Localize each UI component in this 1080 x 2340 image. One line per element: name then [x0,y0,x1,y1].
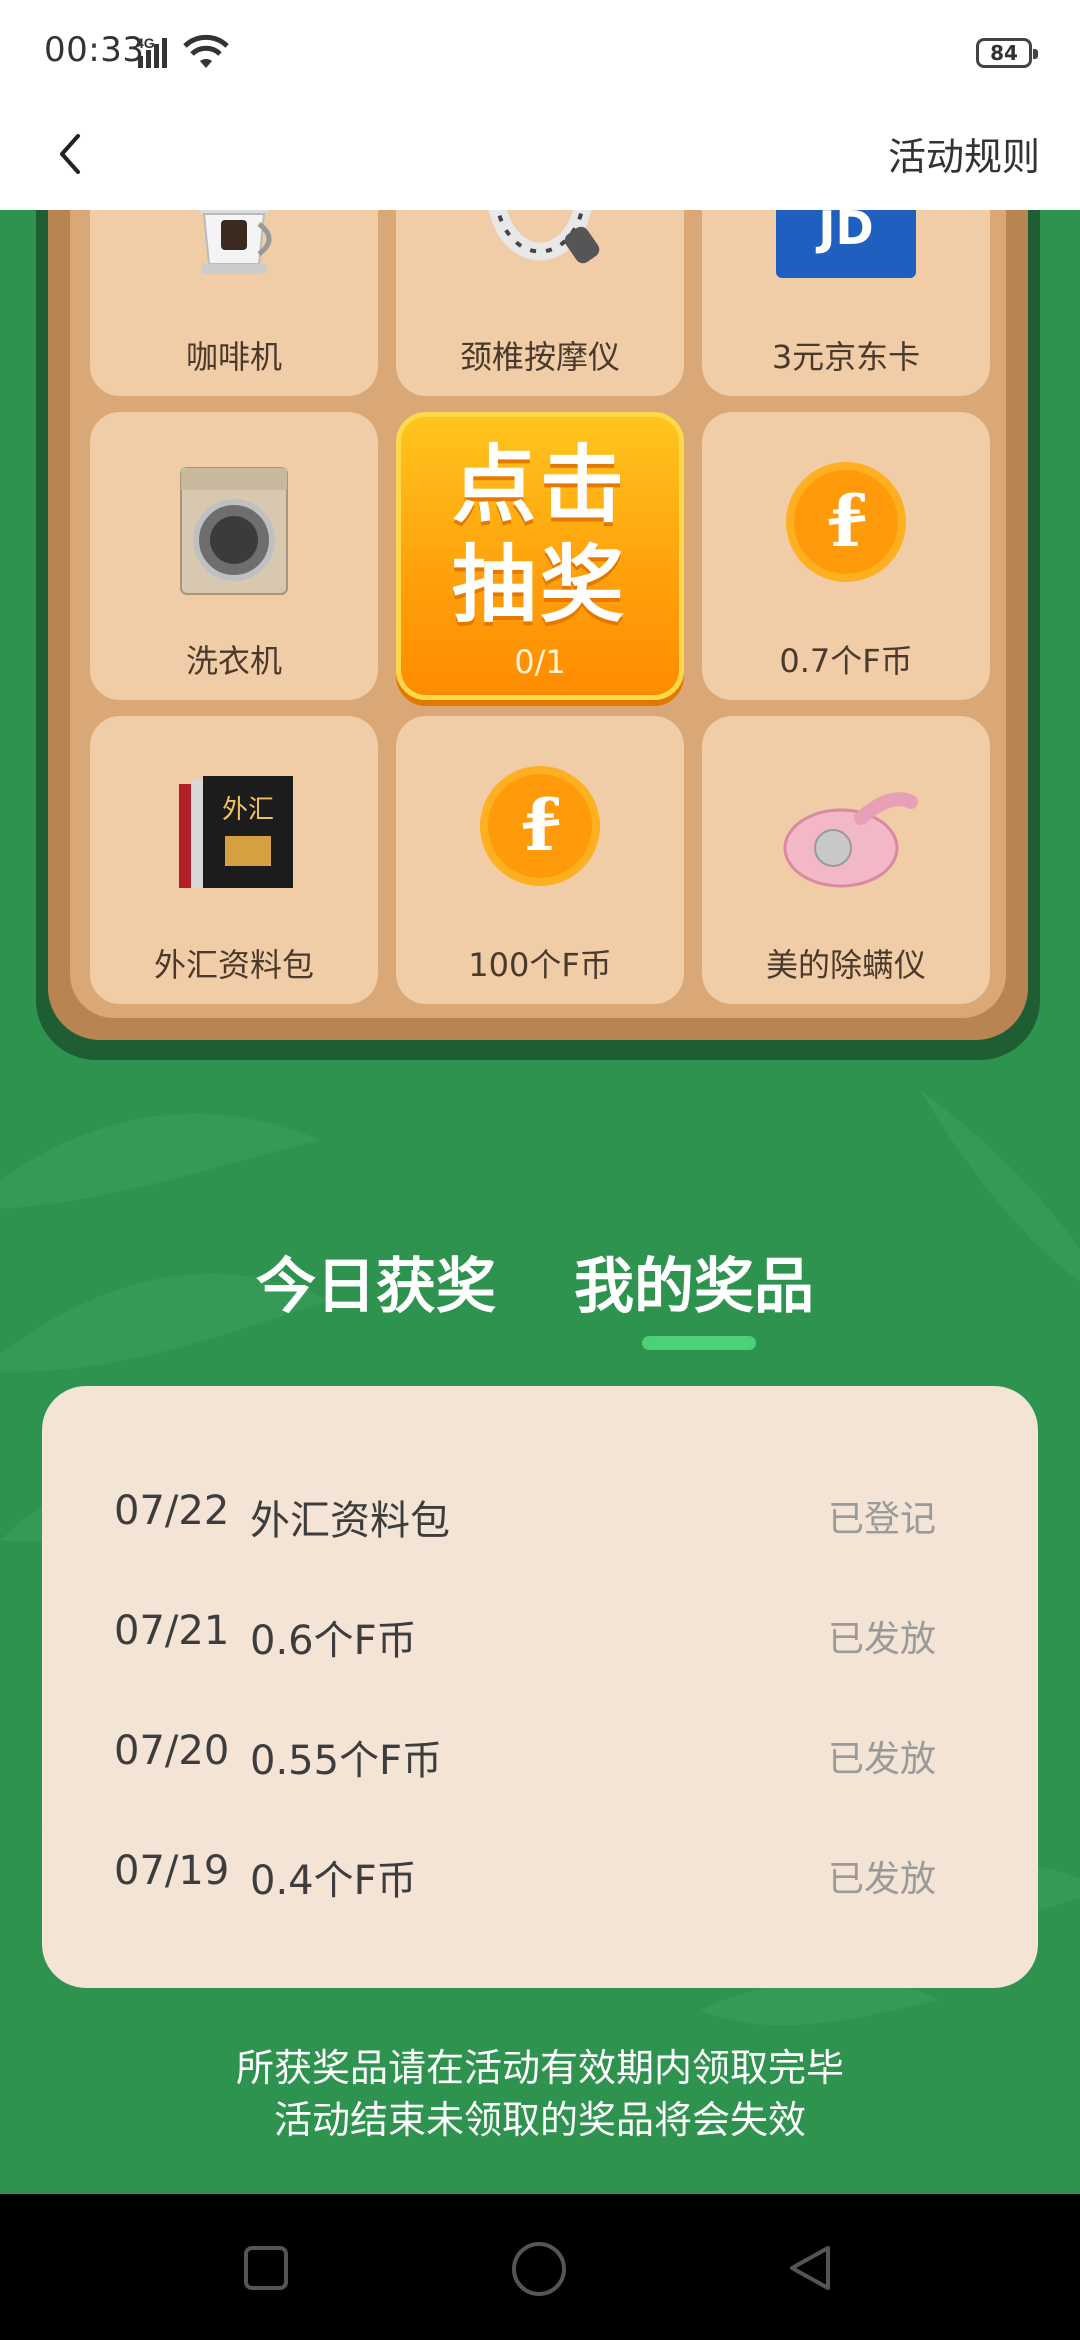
prize-cell-washing-machine: 洗衣机 [90,412,378,700]
jd-card-icon: JD [776,210,916,278]
prize-name: 外汇资料包 [250,1498,450,1544]
prize-status: 已发放 [827,1859,936,1900]
prize-status: 已登记 [827,1499,936,1540]
list-item: 07/22 外汇资料包 已登记 [42,1476,1038,1556]
mite-remover-icon [783,792,918,888]
my-prizes-panel: 07/22 外汇资料包 已登记 07/21 0.6个F币 已发放 07/20 0… [42,1386,1038,1988]
prize-label: 美的除螨仪 [765,946,926,984]
coffee-machine-icon [199,210,272,274]
prize-cell-forex-pack: 外汇 外汇资料包 [90,716,378,1004]
svg-text:外汇: 外汇 [222,795,274,825]
activity-rules-link[interactable]: 活动规则 [888,126,1040,181]
prize-date: 07/21 [114,1608,230,1654]
prize-expiry-note: 所获奖品请在活动有效期内领取完毕 活动结束未领取的奖品将会失效 [0,2042,1080,2146]
list-item: 07/19 0.4个F币 已发放 [42,1836,1038,1916]
prize-tabs: 今日获奖 我的奖品 [0,1220,1080,1350]
prize-cell-f-coin-07: f 0.7个F币 [702,412,990,700]
battery-icon: 84 [976,38,1038,68]
main-content: 咖啡机 颈椎按摩仪 JD 3元京东卡 洗衣机 点击抽奖 0/1 0.7个F币 外… [0,210,1080,2194]
prize-name: 0.55个F币 [250,1738,443,1784]
prize-label: 0.7个F币 [779,642,913,680]
prize-label: 洗衣机 [185,642,282,680]
prize-label: 3元京东卡 [771,338,921,376]
f-coin-icon: f [786,462,906,582]
prize-date: 07/20 [114,1728,230,1774]
prize-cell-mite-remover: 美的除螨仪 [702,716,990,1004]
tab-my-prizes[interactable]: 我的奖品 [574,1238,814,1325]
home-icon[interactable] [510,2240,568,2298]
prize-date: 07/22 [114,1488,230,1534]
prize-date: 07/19 [114,1848,230,1894]
back-triangle-icon[interactable] [784,2242,836,2294]
prize-status: 已发放 [827,1619,936,1660]
prize-label: 外汇资料包 [153,946,314,984]
back-arrow-icon[interactable] [44,124,104,184]
status-time: 00:33 [44,30,145,70]
draw-button-title: 点击抽奖 [451,436,628,634]
book-pack-icon: 外汇 [179,776,293,888]
system-navigation-bar [0,2194,1080,2340]
note-line-2: 活动结束未领取的奖品将会失效 [273,2098,806,2142]
f-coin-icon: f [480,766,600,886]
nav-bar: 活动规则 [0,106,1080,210]
prize-label: 颈椎按摩仪 [459,338,620,376]
prize-name: 0.6个F币 [250,1618,417,1664]
draw-lottery-button[interactable]: 点击抽奖 0/1 [396,412,684,700]
svg-text:JD: JD [815,210,873,255]
prize-label: 100个F币 [468,946,612,984]
washing-machine-icon [180,467,288,595]
prize-cell-f-coin-100: f 100个F币 [396,716,684,1004]
neck-massager-icon [488,210,600,264]
draw-chances-count: 0/1 [514,643,566,681]
tab-active-indicator [642,1336,756,1350]
prize-cell-coffee-machine: 咖啡机 [90,210,378,396]
signal-wifi-icon: 4G [136,34,229,68]
note-line-1: 所获奖品请在活动有效期内领取完毕 [235,2046,844,2090]
network-type: 4G [136,35,155,51]
prize-cell-neck-massager: 颈椎按摩仪 [396,210,684,396]
prize-label: 咖啡机 [185,338,282,376]
list-item: 07/21 0.6个F币 已发放 [42,1596,1038,1676]
list-item: 07/20 0.55个F币 已发放 [42,1716,1038,1796]
status-bar: 00:33 4G 84 [0,0,1080,106]
prize-name: 0.4个F币 [250,1858,417,1904]
prize-status: 已发放 [827,1739,936,1780]
prize-cell-jd-card: JD 3元京东卡 [702,210,990,396]
recent-apps-icon[interactable] [242,2244,290,2292]
tab-today-winners[interactable]: 今日获奖 [256,1238,496,1325]
